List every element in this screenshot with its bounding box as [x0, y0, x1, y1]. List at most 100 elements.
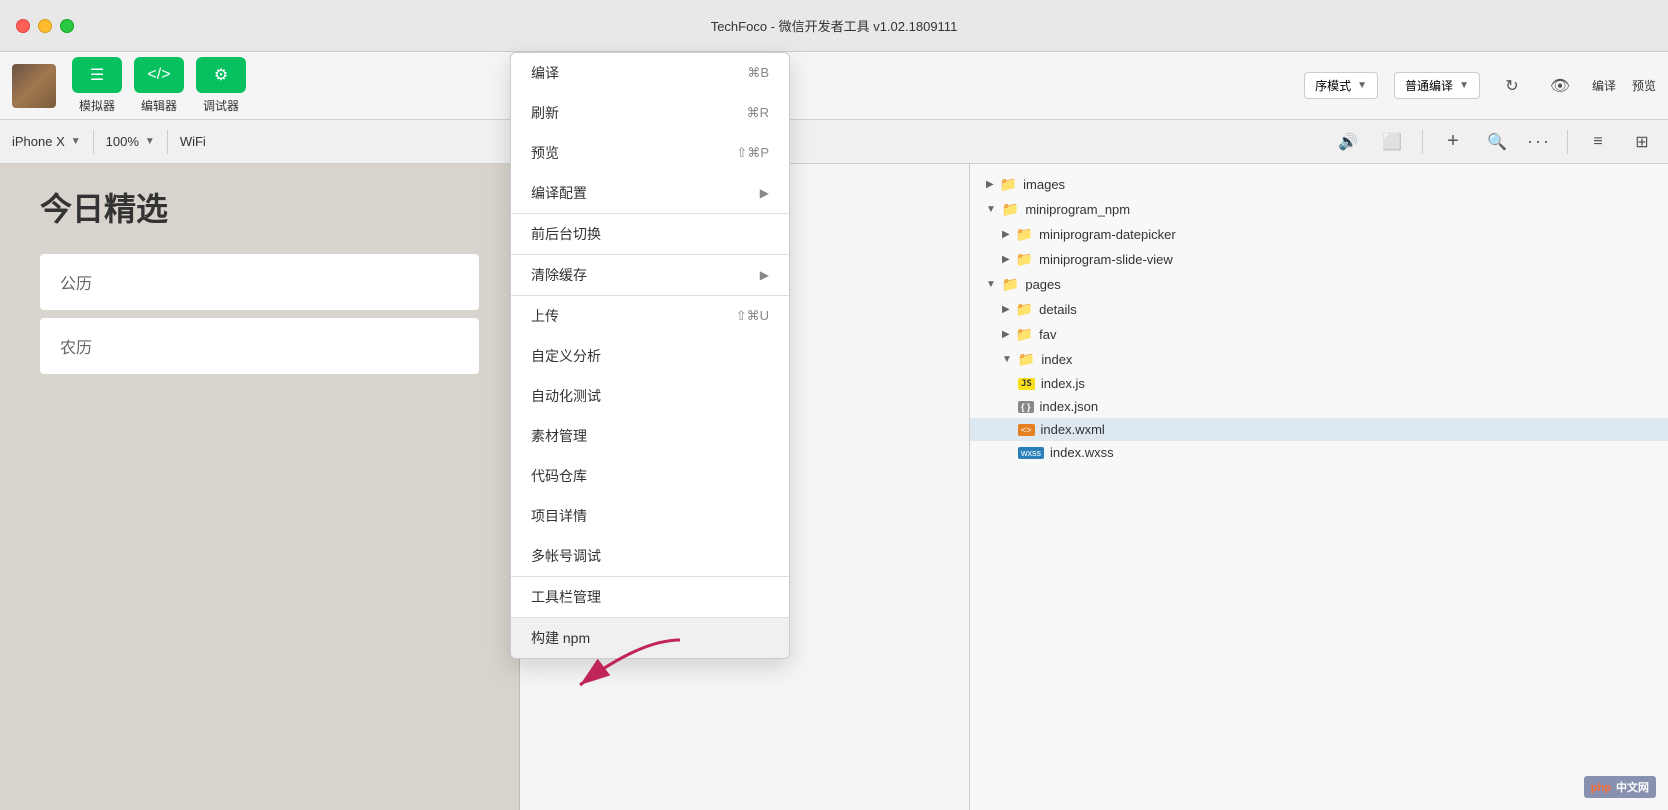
filetree-item-label: index: [1041, 352, 1072, 367]
menu-item-assets[interactable]: 素材管理: [511, 416, 789, 456]
php-label: php: [1591, 782, 1611, 794]
submenu-arrow-icon: ▶: [760, 268, 769, 282]
minimize-button[interactable]: [38, 19, 52, 33]
menu-item-label: 前后台切换: [531, 224, 601, 244]
expand-icon: ▶: [1002, 329, 1010, 340]
more-icon[interactable]: ···: [1527, 131, 1551, 152]
menu-item-label: 上传: [531, 306, 559, 326]
editor-icon: </>: [134, 57, 184, 93]
menu-item-multi-account[interactable]: 多帐号调试: [511, 536, 789, 576]
preview-action[interactable]: 预览: [1632, 77, 1656, 94]
folder-icon: 📁: [1000, 176, 1017, 193]
mode-select[interactable]: 序模式 ▼: [1304, 72, 1378, 99]
filetree-item-details[interactable]: ▶ 📁 details: [970, 297, 1668, 322]
filetree-item-index-wxml[interactable]: <> index.wxml: [970, 418, 1668, 441]
menu-section-6: 构建 npm: [511, 618, 789, 658]
menu-item-compile[interactable]: 编译 ⌘B: [511, 53, 789, 93]
simulator-label: 模拟器: [79, 97, 115, 114]
zoom-value: 100%: [106, 134, 139, 149]
close-button[interactable]: [16, 19, 30, 33]
device-arrow-icon: ▼: [71, 136, 81, 147]
expand-icon: ▼: [1002, 354, 1012, 365]
sound-icon[interactable]: 🔊: [1334, 128, 1362, 156]
zoom-select[interactable]: 100% ▼: [106, 134, 155, 149]
filetree-item-fav[interactable]: ▶ 📁 fav: [970, 322, 1668, 347]
network-select[interactable]: WiFi: [180, 134, 206, 149]
menu-item-preview[interactable]: 预览 ⇧⌘P: [511, 133, 789, 173]
menu-item-label: 清除缓存: [531, 265, 587, 285]
filetree-item-images[interactable]: ▶ 📁 images: [970, 172, 1668, 197]
compile-select-label: 普通编译: [1405, 77, 1453, 94]
compile-select[interactable]: 普通编译 ▼: [1394, 72, 1480, 99]
menu-item-label: 预览: [531, 143, 559, 163]
menu-section-2: 前后台切换: [511, 214, 789, 255]
compile-action[interactable]: 编译: [1592, 77, 1616, 94]
filetree-item-slideview[interactable]: ▶ 📁 miniprogram-slide-view: [970, 247, 1668, 272]
sim-row-1-label: 农历: [60, 340, 92, 357]
filetree-item-label: miniprogram-slide-view: [1039, 252, 1173, 267]
panel-icon[interactable]: ⊞: [1628, 128, 1656, 156]
preview-label: 预览: [1632, 77, 1656, 94]
refresh-icon[interactable]: ↻: [1496, 70, 1528, 102]
debugger-button[interactable]: ⚙ 调试器: [196, 57, 246, 114]
avatar[interactable]: [12, 64, 56, 108]
simulator-button[interactable]: ☰ 模拟器: [72, 57, 122, 114]
filetree-item-pages[interactable]: ▼ 📁 pages: [970, 272, 1668, 297]
json-icon: { }: [1018, 401, 1034, 413]
wxml-icon: <>: [1018, 424, 1035, 436]
search-icon[interactable]: 🔍: [1483, 128, 1511, 156]
js-icon: JS: [1018, 378, 1035, 390]
compile-select-arrow: ▼: [1459, 80, 1469, 91]
screen-icon[interactable]: ⬜: [1378, 128, 1406, 156]
menu-section-1: 编译 ⌘B 刷新 ⌘R 预览 ⇧⌘P 编译配置 ▶: [511, 53, 789, 214]
expand-icon: ▶: [986, 179, 994, 190]
filetree-item-index-folder[interactable]: ▼ 📁 index: [970, 347, 1668, 372]
menu-item-label: 自定义分析: [531, 346, 601, 366]
menu-item-build-npm[interactable]: 构建 npm: [511, 618, 789, 658]
compile-label: 编译: [1592, 77, 1616, 94]
folder-icon: 📁: [1016, 326, 1033, 343]
menu-item-fgbg-switch[interactable]: 前后台切换: [511, 214, 789, 254]
menu-item-auto-test[interactable]: 自动化测试: [511, 376, 789, 416]
window-title: TechFoco - 微信开发者工具 v1.02.1809111: [711, 16, 958, 35]
menu-shortcut: ⌘R: [747, 105, 769, 121]
separator-4: [1567, 130, 1568, 154]
menu-item-code-repo[interactable]: 代码仓库: [511, 456, 789, 496]
menu-item-toolbar-manage[interactable]: 工具栏管理: [511, 577, 789, 617]
editor-button[interactable]: </> 编辑器: [134, 57, 184, 114]
editor-label: 编辑器: [141, 97, 177, 114]
simulator-icon: ☰: [72, 57, 122, 93]
menu-item-upload[interactable]: 上传 ⇧⌘U: [511, 296, 789, 336]
debugger-icon: ⚙: [196, 57, 246, 93]
titlebar: TechFoco - 微信开发者工具 v1.02.1809111: [0, 0, 1668, 52]
preview-eye-icon[interactable]: 👁: [1544, 70, 1576, 102]
maximize-button[interactable]: [60, 19, 74, 33]
menu-item-label: 刷新: [531, 103, 559, 123]
filetree-item-label: index.wxss: [1050, 445, 1114, 460]
expand-icon: ▶: [1002, 254, 1010, 265]
menu-item-project-details[interactable]: 项目详情: [511, 496, 789, 536]
filetree-item-index-js[interactable]: JS index.js: [970, 372, 1668, 395]
folder-icon: 📁: [1016, 251, 1033, 268]
menu-section-3: 清除缓存 ▶: [511, 255, 789, 296]
add-icon[interactable]: +: [1439, 128, 1467, 156]
menu-item-compile-config[interactable]: 编译配置 ▶: [511, 173, 789, 213]
filetree-item-index-wxss[interactable]: wxss index.wxss: [970, 441, 1668, 464]
folder-icon: 📁: [1016, 226, 1033, 243]
filetree-item-label: fav: [1039, 327, 1056, 342]
main-content: 今日精选 公历 农历 ▶ 📁 images ▼ 📁 miniprogram_np…: [0, 164, 1668, 810]
filetree-item-label: miniprogram-datepicker: [1039, 227, 1176, 242]
menu-item-custom-analysis[interactable]: 自定义分析: [511, 336, 789, 376]
filetree-item-index-json[interactable]: { } index.json: [970, 395, 1668, 418]
toolbar-right: 序模式 ▼ 普通编译 ▼ ↻ 👁 编译 预览: [1304, 70, 1656, 102]
menu-item-refresh[interactable]: 刷新 ⌘R: [511, 93, 789, 133]
device-toolbar: iPhone X ▼ 100% ▼ WiFi 🔊 ⬜ + 🔍 ··· ≡ ⊞: [0, 120, 1668, 164]
menu-shortcut: ⇧⌘P: [736, 145, 769, 161]
filetree-item-miniprogram-npm[interactable]: ▼ 📁 miniprogram_npm: [970, 197, 1668, 222]
device-select[interactable]: iPhone X ▼: [12, 134, 81, 149]
filetree-item-datepicker[interactable]: ▶ 📁 miniprogram-datepicker: [970, 222, 1668, 247]
menu-item-label: 代码仓库: [531, 466, 587, 486]
filetree-item-label: index.wxml: [1041, 422, 1105, 437]
menu-item-clear-cache[interactable]: 清除缓存 ▶: [511, 255, 789, 295]
format-icon[interactable]: ≡: [1584, 128, 1612, 156]
